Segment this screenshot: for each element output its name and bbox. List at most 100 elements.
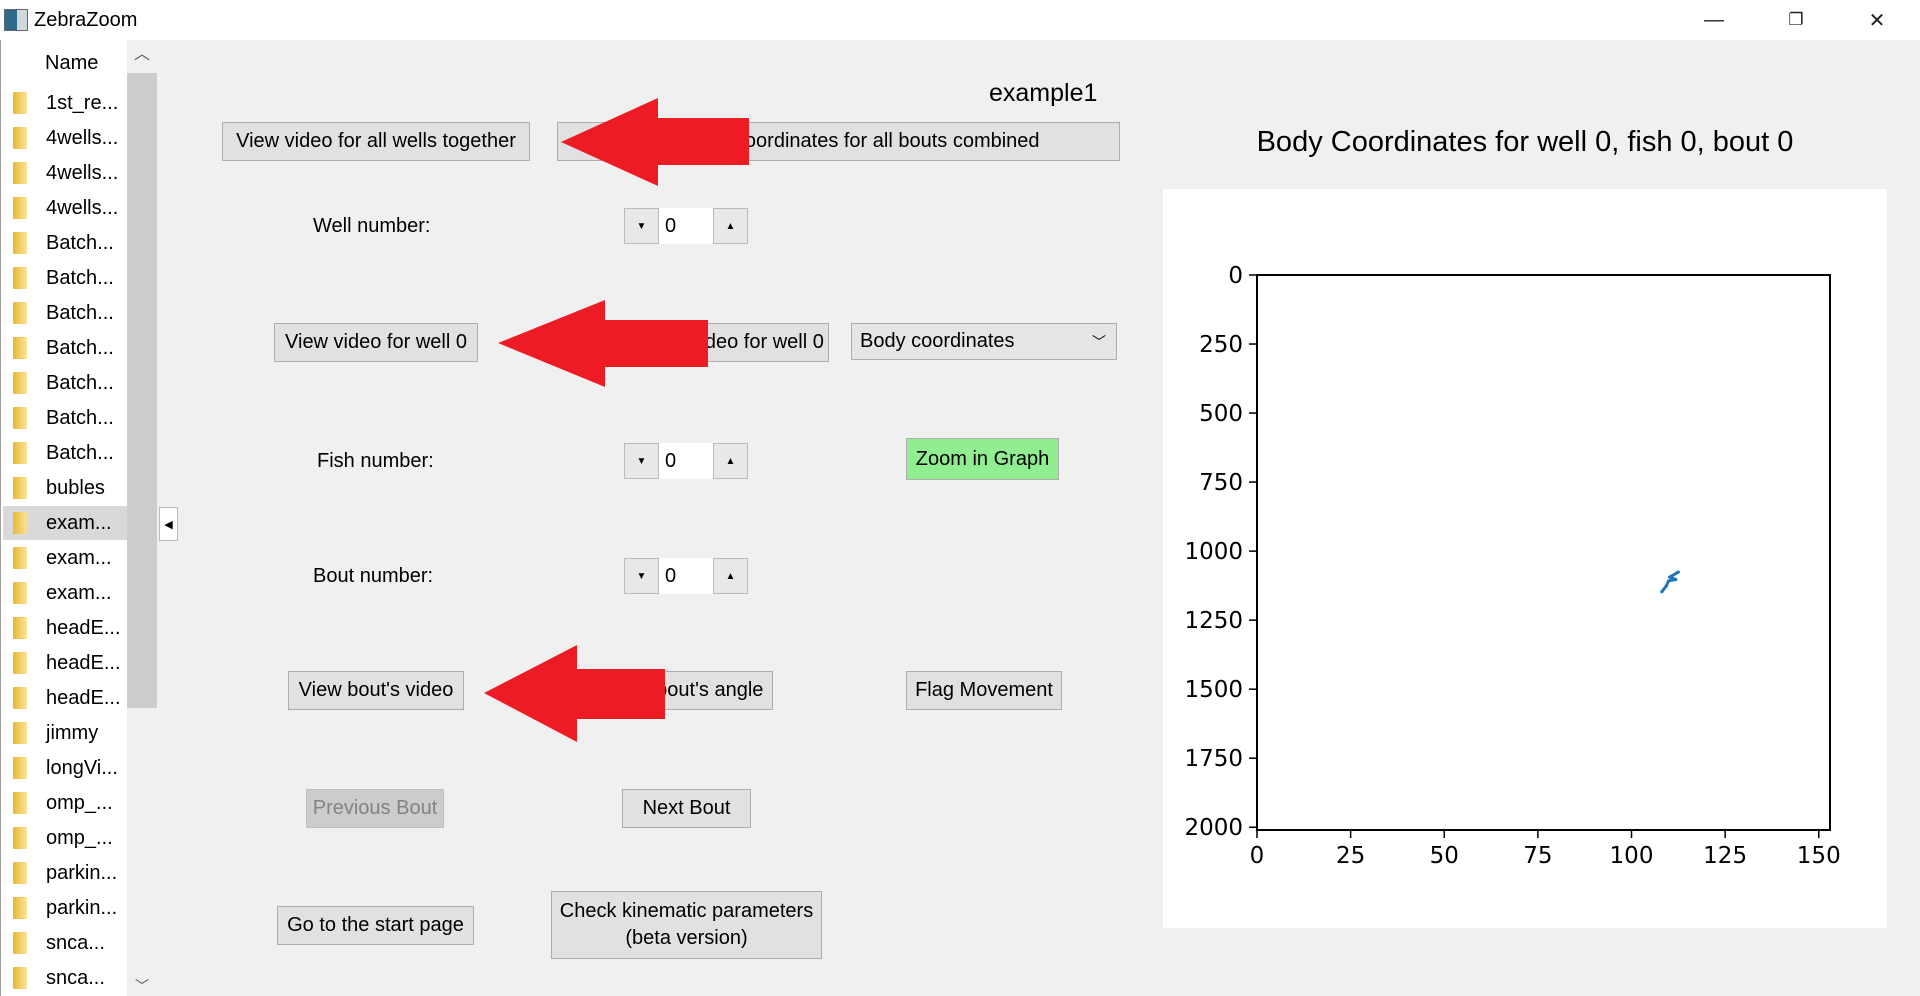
sidebar-item[interactable]: exam... <box>3 576 127 610</box>
start-page-button[interactable]: Go to the start page <box>277 906 474 945</box>
sidebar-item[interactable]: snca... <box>3 926 127 960</box>
sidebar-item[interactable]: omp_... <box>3 821 127 855</box>
sidebar-item[interactable]: parkin... <box>3 891 127 925</box>
folder-icon <box>13 827 27 849</box>
graph-type-value: Body coordinates <box>860 330 1015 352</box>
folder-icon <box>13 967 27 989</box>
sidebar-item[interactable]: headE... <box>3 681 127 715</box>
folder-icon <box>13 512 27 534</box>
name-column-header[interactable]: Name <box>45 52 98 75</box>
flag-movement-button[interactable]: Flag Movement <box>906 671 1062 710</box>
next-bout-button[interactable]: Next Bout <box>622 789 751 828</box>
folder-icon <box>13 897 27 919</box>
folder-icon <box>13 127 27 149</box>
graph-type-select[interactable]: Body coordinates ﹀ <box>851 323 1117 360</box>
view-well-video-button[interactable]: View video for well 0 <box>274 323 478 362</box>
sidebar-item[interactable]: 4wells... <box>3 121 127 155</box>
sidebar-item[interactable]: Batch... <box>3 436 127 470</box>
folder-icon <box>13 372 27 394</box>
sidebar-item[interactable]: Batch... <box>3 296 127 330</box>
folder-icon <box>13 442 27 464</box>
bout-number-input[interactable]: 0 <box>659 558 713 594</box>
fish-number-input[interactable]: 0 <box>659 443 713 479</box>
folder-icon <box>13 302 27 324</box>
axes-frame <box>1256 274 1831 831</box>
scroll-up-icon[interactable]: ︿ <box>127 40 157 70</box>
scroll-thumb[interactable] <box>127 73 157 708</box>
bout-number-spinbox[interactable]: ▼ 0 ▲ <box>624 558 748 594</box>
zoom-in-graph-button[interactable]: Zoom in Graph <box>906 438 1059 480</box>
sidebar-item-label: headE... <box>46 686 121 709</box>
y-tick-label: 2000 <box>1184 815 1243 841</box>
trajectory-point <box>1660 590 1664 594</box>
sidebar-item[interactable]: parkin... <box>3 856 127 890</box>
experiment-name: example1 <box>989 79 1098 107</box>
minimize-button[interactable]: — <box>1684 0 1744 40</box>
decrement-icon[interactable]: ▼ <box>624 558 659 594</box>
y-tick-label: 500 <box>1199 401 1243 427</box>
button-line: Check kinematic parameters <box>559 900 814 922</box>
sidebar-item-label: Batch... <box>46 441 114 464</box>
restore-button[interactable]: ❐ <box>1766 0 1826 40</box>
close-button[interactable]: ✕ <box>1847 0 1907 40</box>
well-number-spinbox[interactable]: ▼ 0 ▲ <box>624 208 748 244</box>
increment-icon[interactable]: ▲ <box>713 208 748 244</box>
sidebar-item[interactable]: Batch... <box>3 366 127 400</box>
sidebar-item[interactable]: headE... <box>3 611 127 645</box>
sidebar-item-label: 4wells... <box>46 161 119 184</box>
sidebar-item-label: jimmy <box>46 721 99 744</box>
sidebar-item-label: exam... <box>46 581 112 604</box>
sidebar-item[interactable]: jimmy <box>3 716 127 750</box>
sidebar-item[interactable]: exam... <box>3 506 127 540</box>
view-bout-angle-button[interactable]: View bout's angle <box>598 671 773 710</box>
app-icon <box>4 9 28 31</box>
sidebar-item[interactable]: headE... <box>3 646 127 680</box>
sidebar-item[interactable]: 4wells... <box>3 156 127 190</box>
sidebar-item[interactable]: Batch... <box>3 331 127 365</box>
button-line: (beta version) <box>625 927 748 949</box>
sidebar-item-label: 4wells... <box>46 126 119 149</box>
fish-number-spinbox[interactable]: ▼ 0 ▲ <box>624 443 748 479</box>
view-zoomed-well-video-button[interactable]: View zoomed video for well 0 <box>560 323 829 362</box>
chevron-down-icon: ﹀ <box>1092 334 1106 350</box>
check-kinematic-parameters-button[interactable]: Check kinematic parameters (beta version… <box>551 891 822 959</box>
sidebar-item[interactable]: snca... <box>3 961 127 995</box>
folder-icon <box>13 547 27 569</box>
view-all-wells-button[interactable]: View video for all wells together <box>222 122 530 161</box>
sidebar-item[interactable]: Batch... <box>3 401 127 435</box>
sidebar-item-label: parkin... <box>46 896 118 919</box>
sidebar-item[interactable]: 4wells... <box>3 191 127 225</box>
sidebar-item[interactable]: Batch... <box>3 226 127 260</box>
sidebar-item-label: bubles <box>46 476 105 499</box>
sidebar-item[interactable]: Batch... <box>3 261 127 295</box>
x-tick-label: 0 <box>1250 843 1265 869</box>
y-tick-label: 750 <box>1199 470 1243 496</box>
folder-icon <box>13 582 27 604</box>
sidebar-item[interactable]: longVi... <box>3 751 127 785</box>
sidebar-item[interactable]: exam... <box>3 541 127 575</box>
folder-icon <box>13 757 27 779</box>
decrement-icon[interactable]: ▼ <box>624 443 659 479</box>
sidebar-item[interactable]: bubles <box>3 471 127 505</box>
sidebar-item[interactable]: omp_... <box>3 786 127 820</box>
body-coords-all-bouts-button[interactable]: View body coordinates for all bouts comb… <box>557 122 1120 161</box>
decrement-icon[interactable]: ▼ <box>624 208 659 244</box>
well-number-input[interactable]: 0 <box>659 208 713 244</box>
y-tick-label: 1750 <box>1184 746 1243 772</box>
sidebar-item[interactable]: 1st_re... <box>3 86 127 120</box>
view-bout-video-button[interactable]: View bout's video <box>288 671 464 710</box>
folder-icon <box>13 162 27 184</box>
scroll-down-icon[interactable]: ﹀ <box>127 976 157 996</box>
folder-icon <box>13 652 27 674</box>
sidebar-item-label: headE... <box>46 651 121 674</box>
y-tick-label: 1000 <box>1184 539 1243 565</box>
sidebar-item-label: parkin... <box>46 861 118 884</box>
increment-icon[interactable]: ▲ <box>713 443 748 479</box>
previous-bout-button[interactable]: Previous Bout <box>306 789 444 828</box>
increment-icon[interactable]: ▲ <box>713 558 748 594</box>
sidebar-item-label: Batch... <box>46 301 114 324</box>
folder-icon <box>13 687 27 709</box>
collapse-sidebar-button[interactable]: ◀ <box>159 507 178 541</box>
sidebar-item-label: Batch... <box>46 406 114 429</box>
sidebar-scrollbar[interactable]: ︿ ﹀ <box>127 40 157 996</box>
